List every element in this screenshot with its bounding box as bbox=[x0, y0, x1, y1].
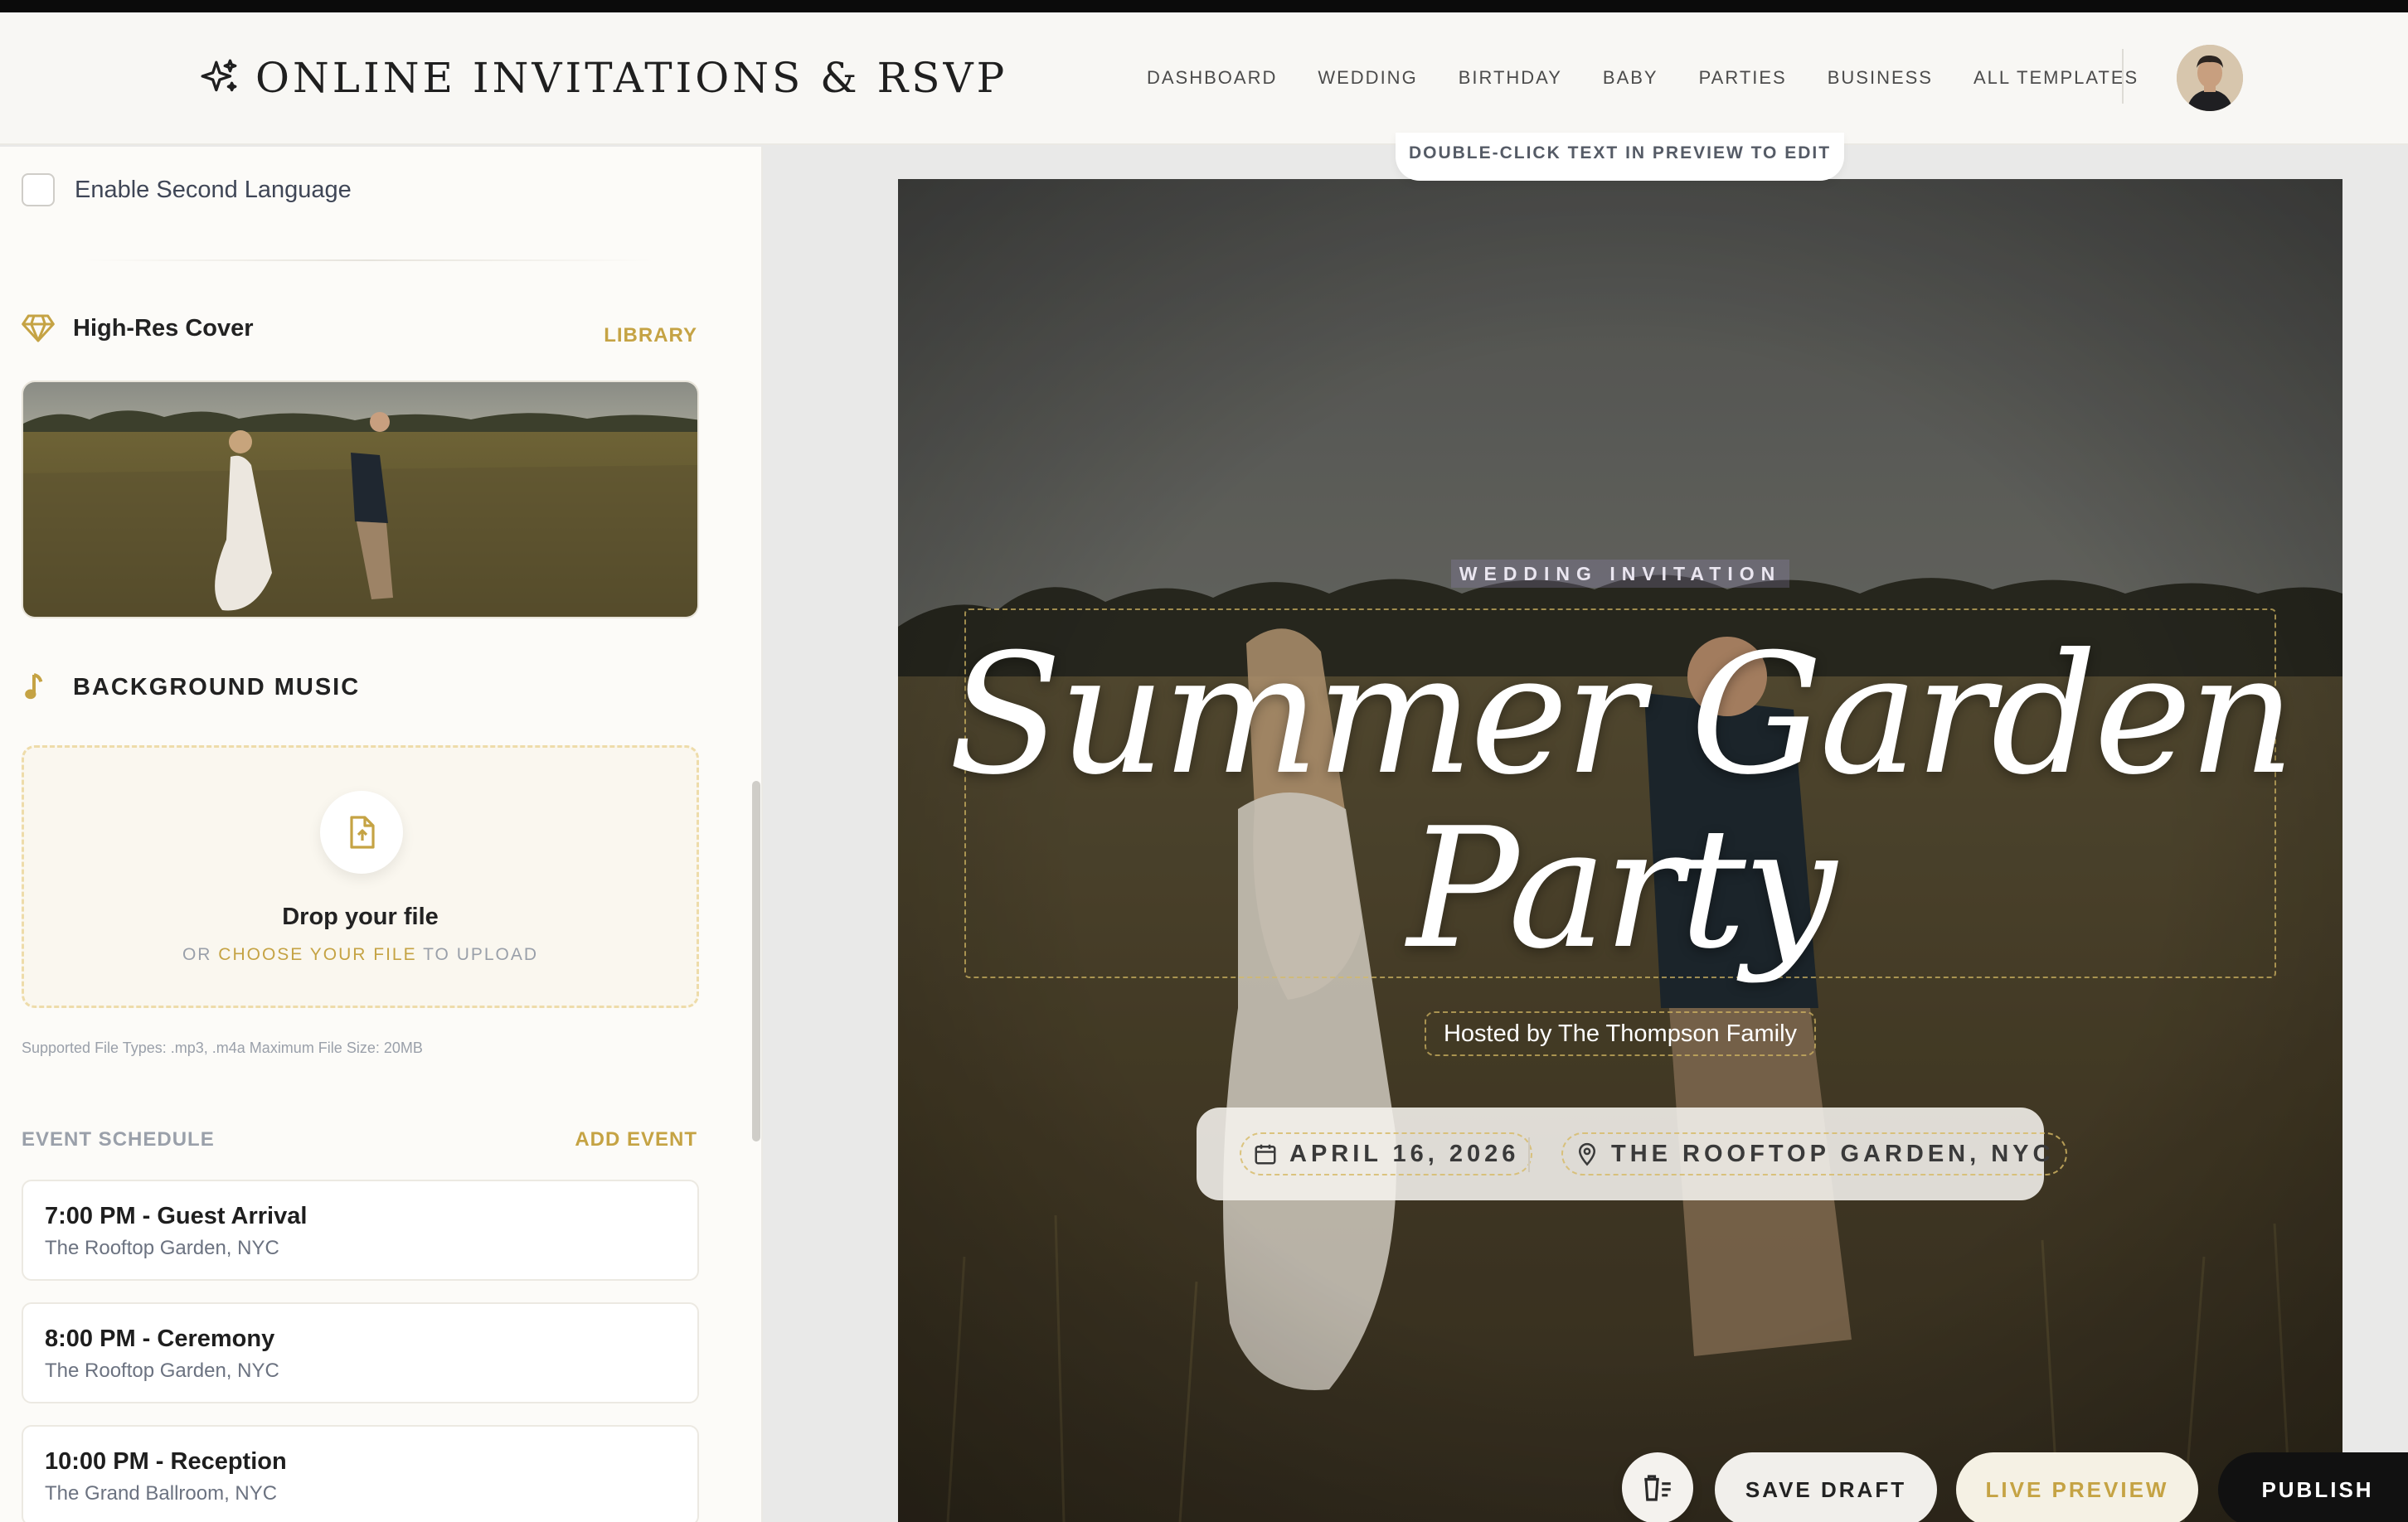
user-avatar[interactable] bbox=[2177, 45, 2243, 111]
pill-divider bbox=[1528, 1137, 1530, 1172]
editor-sidebar: Enable Second Language High-Res Cover LI… bbox=[0, 147, 763, 1522]
event-place: The Grand Ballroom, NYC bbox=[45, 1482, 278, 1505]
library-link[interactable]: LIBRARY bbox=[604, 324, 697, 347]
invitation-preview[interactable]: WEDDING INVITATION Summer Garden Party H… bbox=[898, 179, 2342, 1522]
hosted-by-text[interactable]: Hosted by The Thompson Family bbox=[1425, 1011, 1816, 1056]
nav-baby[interactable]: BABY bbox=[1603, 67, 1658, 89]
nav-divider bbox=[2122, 49, 2124, 104]
event-location-text: THE ROOFTOP GARDEN, NYC bbox=[1611, 1140, 2055, 1167]
nav-parties[interactable]: PARTIES bbox=[1699, 67, 1787, 89]
event-place: The Rooftop Garden, NYC bbox=[45, 1360, 279, 1382]
cover-image[interactable] bbox=[22, 380, 699, 618]
cover-section-title: High-Res Cover bbox=[73, 314, 254, 342]
brand-name: ONLINE INVITATIONS & RSVP bbox=[255, 54, 1008, 102]
app-header: ONLINE INVITATIONS & RSVP DASHBOARD WEDD… bbox=[0, 12, 2408, 145]
nav-dashboard[interactable]: DASHBOARD bbox=[1147, 67, 1277, 89]
event-location[interactable]: THE ROOFTOP GARDEN, NYC bbox=[1561, 1132, 2068, 1175]
nav-all-templates[interactable]: ALL TEMPLATES bbox=[1973, 67, 2139, 89]
sidebar-scrollbar[interactable] bbox=[752, 781, 760, 1142]
second-language-row[interactable]: Enable Second Language bbox=[22, 173, 352, 206]
nav-birthday[interactable]: BIRTHDAY bbox=[1459, 67, 1562, 89]
invitation-label-text: WEDDING INVITATION bbox=[1450, 560, 1790, 588]
add-event-button[interactable]: ADD EVENT bbox=[575, 1128, 697, 1151]
section-divider bbox=[83, 259, 655, 261]
calendar-icon bbox=[1255, 1144, 1276, 1165]
music-dropzone[interactable]: Drop your file OR CHOOSE YOUR FILE TO UP… bbox=[22, 745, 699, 1008]
event-title: 7:00 PM - Guest Arrival bbox=[45, 1203, 308, 1229]
second-language-label: Enable Second Language bbox=[75, 176, 352, 203]
event-card[interactable]: 10:00 PM - Reception The Grand Ballroom,… bbox=[22, 1425, 699, 1522]
location-pin-icon bbox=[1578, 1142, 1596, 1166]
nav-wedding[interactable]: WEDDING bbox=[1318, 67, 1417, 89]
choose-file-link[interactable]: CHOOSE YOUR FILE bbox=[218, 945, 416, 964]
drop-to-text: TO UPLOAD bbox=[423, 945, 539, 964]
window-top-bar bbox=[0, 0, 2408, 12]
event-card[interactable]: 7:00 PM - Guest Arrival The Rooftop Gard… bbox=[22, 1180, 699, 1281]
second-language-checkbox[interactable] bbox=[22, 173, 55, 206]
edit-hint: DOUBLE-CLICK TEXT IN PREVIEW TO EDIT bbox=[1396, 133, 1844, 181]
music-note-icon bbox=[25, 673, 43, 700]
trash-list-icon bbox=[1644, 1475, 1671, 1501]
event-date-text: APRIL 16, 2026 bbox=[1289, 1140, 1520, 1167]
event-place: The Rooftop Garden, NYC bbox=[45, 1237, 279, 1259]
invitation-title-line-2[interactable]: Party bbox=[898, 793, 2342, 986]
publish-button[interactable]: PUBLISH bbox=[2218, 1452, 2408, 1522]
event-info-pill: APRIL 16, 2026 THE ROOFTOP GARDEN, NYC bbox=[1197, 1108, 2068, 1200]
music-section-header: BACKGROUND MUSIC bbox=[22, 671, 360, 704]
delete-button[interactable] bbox=[1622, 1452, 1693, 1522]
event-card[interactable]: 8:00 PM - Ceremony The Rooftop Garden, N… bbox=[22, 1302, 699, 1403]
drop-title: Drop your file bbox=[282, 904, 439, 930]
save-draft-button[interactable]: SAVE DRAFT bbox=[1715, 1452, 1937, 1522]
invitation-title-line-1[interactable]: Summer Garden bbox=[898, 618, 2342, 812]
file-upload-icon bbox=[350, 816, 375, 849]
diamond-icon bbox=[22, 314, 55, 342]
event-title: 10:00 PM - Reception bbox=[45, 1448, 287, 1475]
cover-section-header: High-Res Cover bbox=[22, 314, 254, 342]
sparkle-icon bbox=[201, 59, 237, 92]
upload-button[interactable] bbox=[320, 791, 403, 874]
main-nav: DASHBOARD WEDDING BIRTHDAY BABY PARTIES … bbox=[1147, 67, 2139, 89]
drop-subtitle: OR CHOOSE YOUR FILE TO UPLOAD bbox=[24, 945, 697, 965]
event-date[interactable]: APRIL 16, 2026 bbox=[1240, 1132, 1533, 1175]
live-preview-button[interactable]: LIVE PREVIEW bbox=[1956, 1452, 2198, 1522]
nav-business[interactable]: BUSINESS bbox=[1828, 67, 1933, 89]
event-title: 8:00 PM - Ceremony bbox=[45, 1326, 275, 1352]
file-types-note: Supported File Types: .mp3, .m4a Maximum… bbox=[22, 1040, 423, 1056]
music-section-title: BACKGROUND MUSIC bbox=[73, 673, 361, 700]
avatar-image bbox=[2177, 45, 2243, 111]
brand-logo[interactable]: ONLINE INVITATIONS & RSVP bbox=[199, 54, 1007, 102]
invitation-label[interactable]: WEDDING INVITATION bbox=[898, 560, 2342, 588]
drop-or-text: OR bbox=[182, 945, 212, 964]
event-schedule-title: EVENT SCHEDULE bbox=[22, 1128, 215, 1151]
cover-photo bbox=[23, 382, 697, 617]
